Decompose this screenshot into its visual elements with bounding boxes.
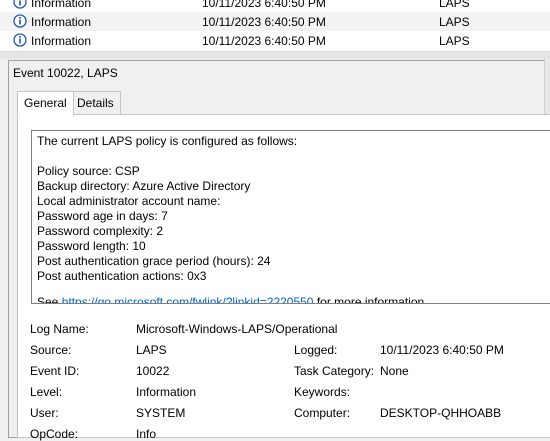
information-icon bbox=[13, 14, 27, 28]
event-source: LAPS bbox=[439, 0, 470, 10]
log-name-value: Microsoft-Windows-LAPS/Operational bbox=[136, 322, 338, 336]
keywords-label: Keywords: bbox=[294, 385, 351, 399]
event-id-value: 10022 bbox=[136, 364, 170, 378]
event-date: 10/11/2023 6:40:50 PM bbox=[202, 15, 326, 29]
source-label: Source: bbox=[30, 343, 72, 357]
event-row[interactable]: Information 10/11/2023 6:40:50 PM LAPS bbox=[0, 12, 550, 31]
message-line: Password length: 10 bbox=[37, 239, 146, 253]
pane-splitter[interactable] bbox=[0, 51, 550, 59]
more-info-link[interactable]: https://go.microsoft.com/fwlink/?linkid=… bbox=[62, 295, 314, 303]
opcode-label: OpCode: bbox=[30, 427, 79, 441]
log-name-label: Log Name: bbox=[30, 322, 89, 336]
level-label: Level: bbox=[30, 385, 63, 399]
event-date: 10/11/2023 6:40:50 PM bbox=[202, 0, 326, 10]
event-list: Information 10/11/2023 6:40:50 PM LAPS I… bbox=[0, 0, 550, 51]
opcode-value: Info bbox=[136, 427, 157, 441]
logged-value: 10/11/2023 6:40:50 PM bbox=[380, 343, 504, 357]
computer-label: Computer: bbox=[294, 406, 351, 420]
see-suffix: for more information. bbox=[313, 295, 428, 304]
event-date: 10/11/2023 6:40:50 PM bbox=[202, 34, 326, 48]
user-label: User: bbox=[30, 406, 59, 420]
message-line: Policy source: CSP bbox=[37, 164, 140, 178]
logged-label: Logged: bbox=[294, 343, 338, 357]
event-row[interactable]: Information 10/11/2023 6:40:50 PM LAPS bbox=[0, 0, 550, 12]
event-source: LAPS bbox=[439, 34, 470, 48]
message-line: Post authentication grace period (hours)… bbox=[37, 254, 271, 268]
event-details-title: Event 10022, LAPS bbox=[13, 66, 118, 80]
event-id-label: Event ID: bbox=[30, 364, 80, 378]
message-line: Backup directory: Azure Active Directory bbox=[37, 179, 251, 193]
information-icon bbox=[13, 0, 27, 9]
event-level: Information bbox=[31, 34, 92, 48]
message-see-more: See https://go.microsoft.com/fwlink/?lin… bbox=[37, 295, 428, 304]
message-line: Password age in days: 7 bbox=[37, 209, 168, 223]
source-value: LAPS bbox=[136, 343, 167, 357]
event-source: LAPS bbox=[439, 15, 470, 29]
message-line: Local administrator account name: bbox=[37, 194, 221, 208]
computer-value: DESKTOP-QHHOABB bbox=[380, 406, 502, 420]
see-prefix: See bbox=[37, 295, 62, 304]
message-line: Password complexity: 2 bbox=[37, 224, 164, 238]
event-row[interactable]: Information 10/11/2023 6:40:50 PM LAPS bbox=[0, 31, 550, 50]
event-message-box[interactable]: The current LAPS policy is configured as… bbox=[31, 130, 550, 304]
event-level: Information bbox=[31, 0, 92, 10]
tab-details[interactable]: Details bbox=[70, 91, 121, 115]
message-line: Post authentication actions: 0x3 bbox=[37, 269, 207, 283]
tab-general[interactable]: General bbox=[17, 91, 74, 116]
task-category-value: None bbox=[380, 364, 409, 378]
level-value: Information bbox=[136, 385, 197, 399]
information-icon bbox=[13, 33, 27, 47]
task-category-label: Task Category: bbox=[294, 364, 375, 378]
event-level: Information bbox=[31, 15, 92, 29]
user-value: SYSTEM bbox=[136, 406, 186, 420]
message-intro: The current LAPS policy is configured as… bbox=[37, 134, 298, 148]
